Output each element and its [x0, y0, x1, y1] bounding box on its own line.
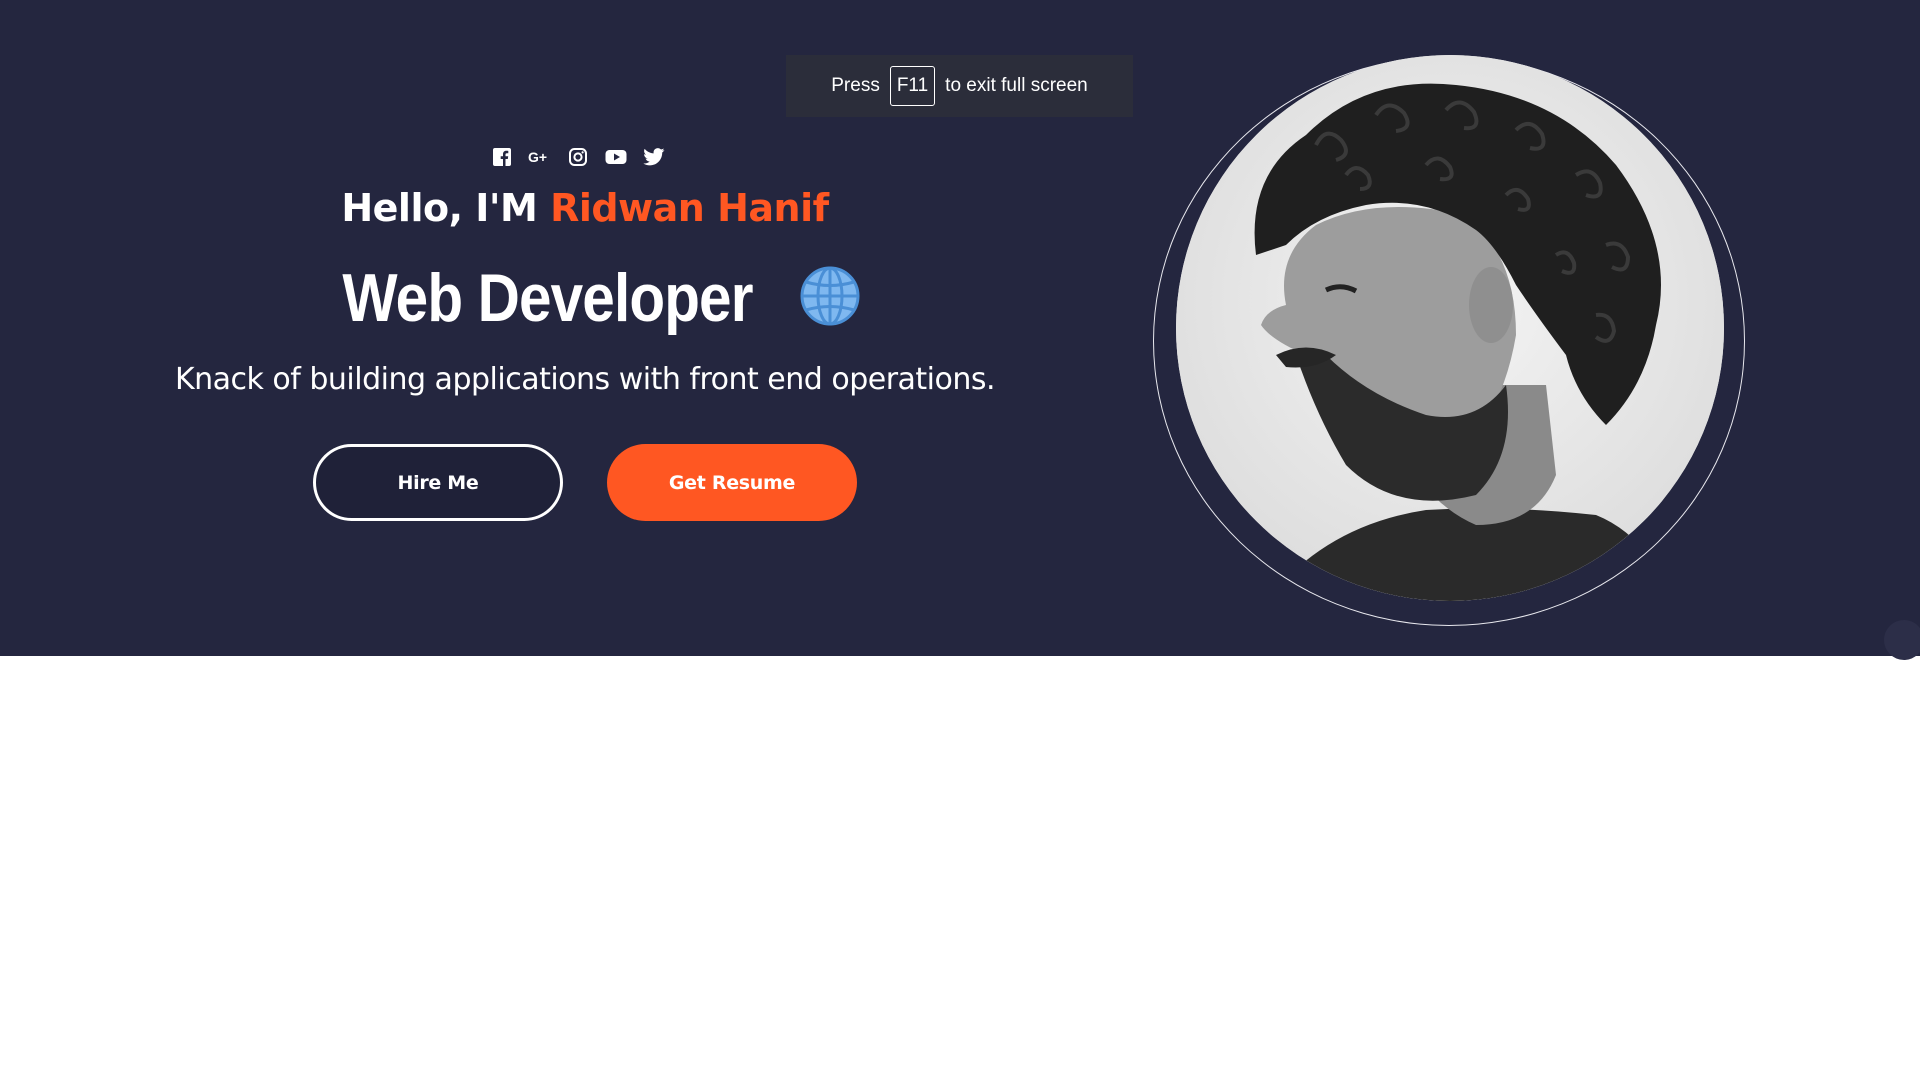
- fullscreen-notice-prefix: Press: [831, 75, 880, 96]
- fullscreen-notice-suffix: to exit full screen: [945, 75, 1088, 96]
- youtube-icon[interactable]: [604, 145, 628, 169]
- scroll-top-button[interactable]: [1884, 620, 1920, 660]
- globe-icon: [799, 265, 861, 331]
- hero-section: Press F11 to exit full screen G+ Hello, …: [0, 0, 1920, 660]
- svg-text:G+: G+: [528, 149, 547, 165]
- get-resume-button[interactable]: Get Resume: [607, 444, 857, 521]
- fullscreen-notice: Press F11 to exit full screen: [786, 55, 1133, 117]
- twitter-icon[interactable]: [642, 145, 666, 169]
- tagline: Knack of building applications with fron…: [174, 362, 996, 397]
- hire-me-button[interactable]: Hire Me: [313, 444, 563, 521]
- developer-name: Ridwan Hanif: [550, 186, 829, 230]
- greeting-heading: Hello, I'M Ridwan Hanif: [0, 186, 1170, 230]
- facebook-icon[interactable]: [490, 145, 514, 169]
- google-plus-icon[interactable]: G+: [528, 145, 552, 169]
- profile-portrait: [1176, 55, 1724, 601]
- greeting-text: Hello, I'M: [341, 186, 538, 230]
- f11-key: F11: [889, 66, 936, 106]
- role-heading: Web Developer: [0, 258, 1170, 338]
- instagram-icon[interactable]: [566, 145, 590, 169]
- role-title: Web Developer: [342, 260, 754, 336]
- social-links: G+: [490, 145, 666, 169]
